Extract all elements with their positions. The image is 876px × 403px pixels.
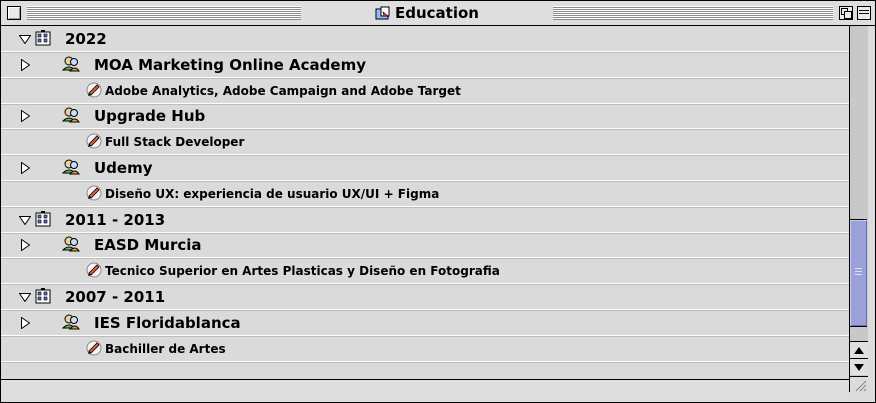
collapse-box-button[interactable] [857,6,871,20]
window-title: Education [305,3,549,23]
year-group-row[interactable]: 2011 - 2013 [1,207,849,233]
window-title-text: Education [395,4,479,22]
disclosure-triangle-collapsed-icon[interactable] [18,109,32,123]
course-row[interactable]: Full Stack Developer [1,129,849,155]
row-label: Upgrade Hub [94,106,206,125]
row-label: MOA Marketing Online Academy [94,55,366,74]
row-label: Tecnico Superior en Artes Plasticas y Di… [105,263,500,278]
building-icon [34,29,52,47]
people-icon [61,106,80,124]
disclosure-triangle-expanded-icon[interactable] [18,213,32,227]
scroll-thumb[interactable] [850,219,867,327]
year-group-row[interactable]: 2007 - 2011 [1,284,849,310]
row-label: Full Stack Developer [105,134,245,149]
arrow-up-icon [854,346,864,354]
course-row[interactable]: Bachiller de Artes [1,336,849,362]
year-group-row[interactable]: 2022 [1,26,849,52]
row-label: Udemy [94,158,153,177]
row-label: 2011 - 2013 [65,210,166,229]
close-box-button[interactable] [7,6,21,20]
window-bottom-strip [1,380,849,402]
title-bar-stripes-left [27,6,301,20]
people-icon [61,313,80,331]
education-window: Education 2022 MOA Marketing Online Acade… [0,0,876,403]
scroll-thumb-grip-icon [855,268,862,276]
people-icon [61,235,80,253]
vertical-scrollbar[interactable] [849,26,868,379]
row-label: Adobe Analytics, Adobe Campaign and Adob… [105,83,461,98]
folder-doc-icon [375,6,390,20]
certificate-icon [85,81,103,99]
outline-list: 2022 MOA Marketing Online Academy Adobe An… [1,26,849,402]
institution-row[interactable]: Udemy [1,155,849,181]
certificate-icon [85,261,103,279]
course-row[interactable]: Adobe Analytics, Adobe Campaign and Adob… [1,78,849,104]
institution-row[interactable]: MOA Marketing Online Academy [1,52,849,78]
arrow-down-icon [854,363,864,371]
disclosure-triangle-expanded-icon[interactable] [18,290,32,304]
zoom-box-button[interactable] [839,6,853,20]
scroll-up-button[interactable] [849,341,868,358]
course-row[interactable]: Diseño UX: experiencia de usuario UX/UI … [1,181,849,207]
certificate-icon [85,132,103,150]
certificate-icon [85,184,103,202]
people-icon [61,55,80,73]
institution-row[interactable]: Upgrade Hub [1,103,849,129]
institution-row[interactable]: IES Floridablanca [1,310,849,336]
row-label: 2022 [65,29,107,48]
title-bar[interactable]: Education [1,1,875,26]
certificate-icon [85,339,103,357]
disclosure-triangle-collapsed-icon[interactable] [18,238,32,252]
row-label: Diseño UX: experiencia de usuario UX/UI … [105,186,440,201]
building-icon [34,210,52,228]
disclosure-triangle-collapsed-icon[interactable] [18,58,32,72]
institution-row[interactable]: EASD Murcia [1,232,849,258]
building-icon [34,287,52,305]
disclosure-triangle-expanded-icon[interactable] [18,32,32,46]
course-row[interactable]: Tecnico Superior en Artes Plasticas y Di… [1,258,849,284]
resize-grip[interactable] [849,376,868,392]
row-label: Bachiller de Artes [105,341,226,356]
row-label: 2007 - 2011 [65,287,166,306]
people-icon [61,158,80,176]
disclosure-triangle-collapsed-icon[interactable] [18,161,32,175]
row-label: EASD Murcia [94,235,202,254]
resize-grip-icon [855,380,867,392]
row-label: IES Floridablanca [94,313,241,332]
scroll-down-button[interactable] [849,358,868,375]
disclosure-triangle-collapsed-icon[interactable] [18,316,32,330]
title-bar-stripes-right [553,6,833,20]
